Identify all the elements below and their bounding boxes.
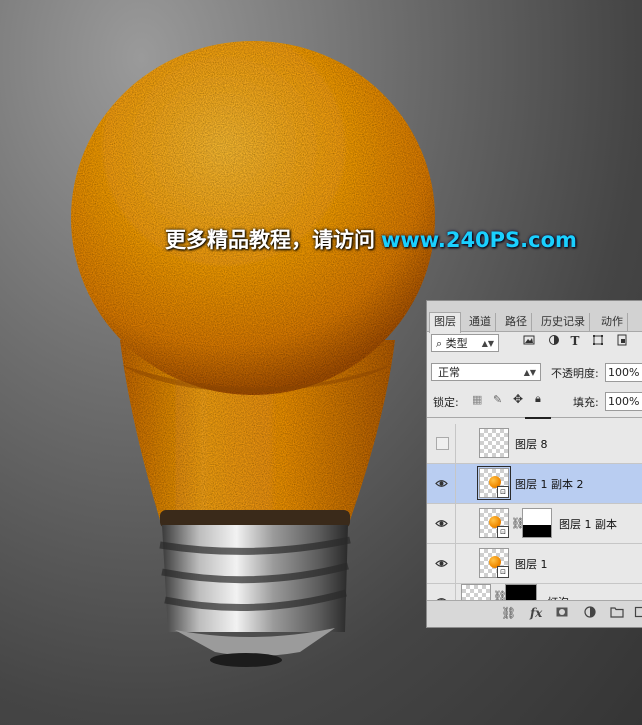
layer-thumbnail: ⊡ — [479, 508, 509, 538]
layer-row-layer-1[interactable]: ⊡ 图层 1 — [427, 544, 642, 584]
smart-object-icon: ⊡ — [497, 566, 509, 578]
folder-icon[interactable] — [610, 606, 624, 621]
layer-row-layer-1-copy-2[interactable]: ⊡ 图层 1 副本 2 — [427, 464, 642, 504]
orange-sphere — [71, 41, 435, 395]
layer-name[interactable]: 图层 1 副本 2 — [515, 476, 584, 492]
panel-footer: ⛓︎ fx — [427, 600, 642, 627]
layer-filter-select[interactable]: ⌕ 类型 ▲▼ — [431, 334, 499, 352]
adjustment-filter-icon[interactable] — [547, 334, 561, 348]
layer-thumbnail: ⊡ — [477, 466, 511, 500]
search-icon: ⌕ — [436, 337, 443, 350]
filter-kind-label: 类型 — [445, 337, 468, 350]
type-filter-icon[interactable]: T — [568, 334, 582, 348]
tab-paths[interactable]: 路径 — [501, 313, 532, 331]
layer-visibility-toggle[interactable] — [427, 464, 456, 503]
layer-visibility-toggle[interactable] — [427, 424, 456, 463]
lock-position-icon[interactable]: ✥ — [513, 392, 523, 406]
watermark-url: www.240PS.com — [381, 228, 577, 252]
watermark: 更多精品教程，请访问 www.240PS.com — [165, 224, 577, 254]
layer-thumbnail: ⊡ — [479, 548, 509, 578]
eye-icon[interactable] — [435, 557, 448, 570]
tab-history[interactable]: 历史记录 — [537, 313, 590, 331]
smart-object-filter-icon[interactable] — [615, 334, 629, 348]
layer-thumbnail — [479, 428, 509, 458]
watermark-text: 更多精品教程，请访问 — [165, 228, 375, 252]
layer-row-layer-8[interactable]: 图层 8 — [427, 424, 642, 464]
layer-mask-thumbnail[interactable] — [522, 508, 552, 538]
opacity-label: 不透明度: — [551, 367, 599, 380]
metal-screw-base — [159, 510, 351, 667]
lock-transparency-icon[interactable]: ▦ — [472, 393, 482, 406]
fill-label: 填充: — [573, 396, 599, 409]
layers-panel: 图层 通道 路径 历史记录 动作 ⌕ 类型 ▲▼ T 正常 ▲▼ 不透明度: 1… — [426, 300, 642, 628]
mask-icon[interactable] — [556, 606, 568, 621]
panel-tabs: 图层 通道 路径 历史记录 动作 — [427, 301, 642, 333]
lock-pixels-icon[interactable]: ✎ — [493, 393, 502, 406]
blend-mode-select[interactable]: 正常 ▲▼ — [431, 363, 541, 381]
shape-filter-icon[interactable] — [591, 334, 605, 348]
chevron-updown-icon: ▲▼ — [481, 339, 494, 348]
hidden-visibility-box[interactable] — [436, 437, 449, 450]
fill-input[interactable]: 100% — [605, 392, 642, 411]
smart-object-icon: ⊡ — [497, 526, 509, 538]
layer-name[interactable]: 图层 1 — [515, 556, 548, 572]
new-layer-icon[interactable] — [634, 606, 642, 621]
opacity-input[interactable]: 100% — [605, 363, 642, 382]
chevron-updown-icon: ▲▼ — [523, 368, 536, 377]
layer-name[interactable]: 图层 8 — [515, 436, 548, 452]
lock-all-icon[interactable]: 🔒︎ — [535, 392, 541, 406]
tab-actions[interactable]: 动作 — [597, 313, 628, 331]
eye-icon[interactable] — [435, 477, 448, 490]
layer-visibility-toggle[interactable] — [427, 544, 456, 583]
image-filter-icon[interactable] — [522, 334, 536, 348]
smart-object-icon: ⊡ — [497, 486, 509, 498]
lock-label: 锁定: — [433, 396, 459, 409]
blend-mode-value: 正常 — [438, 366, 460, 379]
tab-layers[interactable]: 图层 — [429, 312, 461, 333]
link-icon[interactable]: ⛓︎ — [501, 606, 516, 620]
layer-visibility-toggle[interactable] — [427, 504, 456, 543]
layer-name[interactable]: 图层 1 副本 — [559, 516, 617, 532]
tab-channels[interactable]: 通道 — [465, 313, 496, 331]
eye-icon[interactable] — [435, 517, 448, 530]
fx-icon[interactable]: fx — [530, 606, 542, 620]
layer-row-layer-1-copy[interactable]: ⊡ ⛓︎ 图层 1 副本 — [427, 504, 642, 544]
adjustment-icon[interactable] — [584, 606, 596, 621]
